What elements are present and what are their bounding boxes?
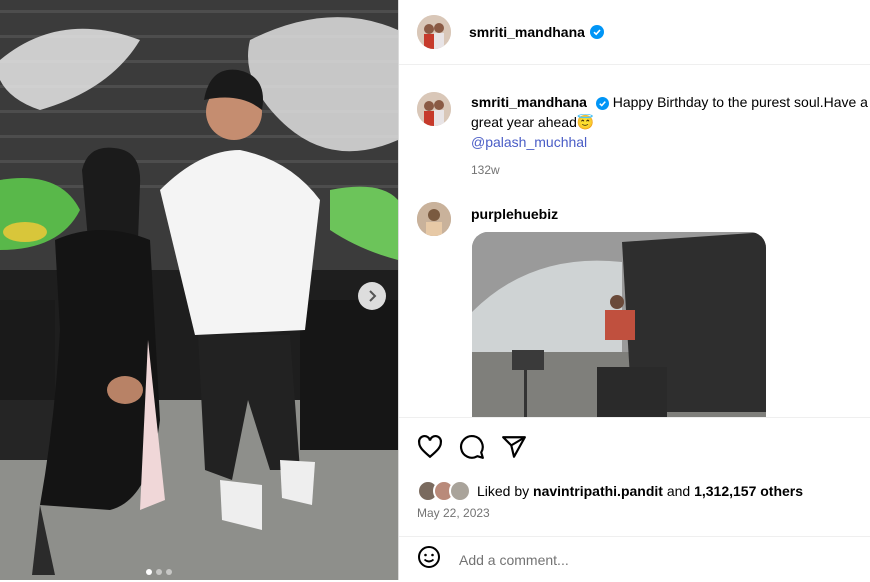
likes-prefix: Liked by xyxy=(477,483,534,499)
caption-text: smriti_mandhana Happy Birthday to the pu… xyxy=(471,92,870,180)
actions-section: Liked by navintripathi.pandit and 1,312,… xyxy=(399,417,870,581)
verified-badge-icon xyxy=(595,96,609,110)
emoji-button[interactable] xyxy=(417,545,441,574)
add-comment-bar xyxy=(399,536,870,582)
comment-input[interactable] xyxy=(457,550,841,569)
comment-row: purplehuebiz xyxy=(417,202,558,236)
share-icon xyxy=(502,436,526,458)
heart-icon xyxy=(418,434,442,459)
comment-icon xyxy=(460,435,484,459)
avatar[interactable] xyxy=(417,15,451,49)
likes-count-link[interactable]: 1,312,157 others xyxy=(694,483,803,499)
carousel-dot xyxy=(146,569,152,575)
carousel-dot xyxy=(156,569,162,575)
liker-avatars xyxy=(417,480,471,502)
post-detail-panel: smriti_mandhana smriti_mandhana Happy Bi… xyxy=(398,0,870,581)
post-username[interactable]: smriti_mandhana xyxy=(469,24,585,40)
likes-text: Liked by navintripathi.pandit and 1,312,… xyxy=(477,483,803,499)
post-header: smriti_mandhana xyxy=(399,0,870,65)
photo-illustration xyxy=(0,0,398,580)
likes-middle: and xyxy=(662,483,695,499)
caption: smriti_mandhana Happy Birthday to the pu… xyxy=(417,88,870,180)
share-button[interactable] xyxy=(501,434,527,460)
post-date[interactable]: May 22, 2023 xyxy=(417,506,490,520)
avatar xyxy=(449,480,471,502)
avatar[interactable] xyxy=(417,202,451,236)
verified-badge-icon xyxy=(589,25,604,39)
avatar-image xyxy=(417,202,451,236)
comment-gif[interactable] xyxy=(472,232,766,418)
avatar-image xyxy=(417,15,451,49)
caption-username[interactable]: smriti_mandhana xyxy=(471,94,587,110)
carousel-next-button[interactable] xyxy=(358,282,386,310)
caption-age: 132w xyxy=(471,163,500,177)
gif-image xyxy=(472,232,766,418)
liked-by-user-link[interactable]: navintripathi.pandit xyxy=(533,483,663,499)
avatar[interactable] xyxy=(417,92,451,126)
carousel-dot xyxy=(166,569,172,575)
chevron-right-icon xyxy=(369,290,377,302)
like-button[interactable] xyxy=(417,434,443,460)
caption-mention-link[interactable]: @palash_muchhal xyxy=(471,132,870,152)
action-icons xyxy=(417,434,527,460)
avatar-image xyxy=(417,92,451,126)
comment-button[interactable] xyxy=(459,434,485,460)
likes-row: Liked by navintripathi.pandit and 1,312,… xyxy=(417,480,803,502)
post-photo[interactable] xyxy=(0,0,398,580)
carousel-indicator xyxy=(146,569,172,575)
caption-emoji: 😇 xyxy=(576,114,595,130)
smiley-icon xyxy=(418,546,440,568)
